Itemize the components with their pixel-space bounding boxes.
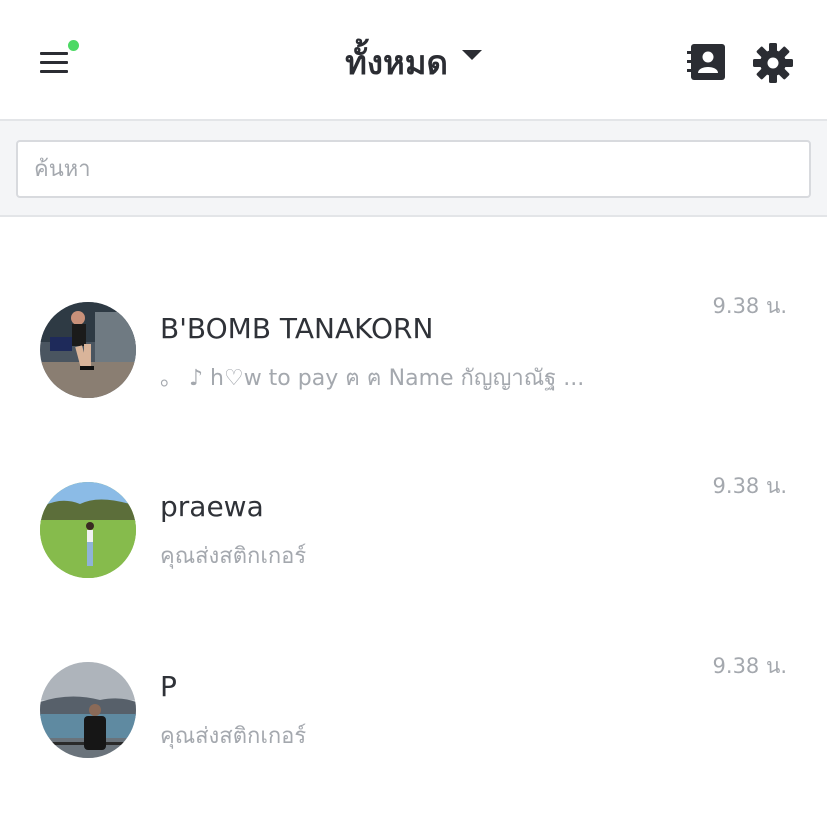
avatar (40, 302, 136, 398)
chat-list-item[interactable]: P คุณส่งสติกเกอร์ 9.38 น. (0, 620, 827, 800)
search-input[interactable] (16, 140, 811, 198)
contacts-button[interactable] (686, 42, 728, 82)
settings-button[interactable] (752, 42, 794, 84)
avatar (40, 662, 136, 758)
page-title: ทั้งหมด (345, 43, 448, 82)
chat-last-message: 。 ♪ h♡w to pay ฅ ฅ Name กัญญาณัฐ ... (160, 366, 585, 391)
chat-last-message: คุณส่งสติกเกอร์ (160, 724, 307, 749)
profile-photo-icon (40, 302, 136, 398)
search-bar-container (0, 121, 827, 217)
chat-name: P (160, 670, 177, 703)
chat-name: B'BOMB TANAKORN (160, 312, 434, 345)
profile-photo-icon (40, 482, 136, 578)
chat-timestamp: 9.38 น. (712, 654, 787, 678)
chat-timestamp: 9.38 น. (712, 294, 787, 318)
chat-timestamp: 9.38 น. (712, 474, 787, 498)
gear-icon (753, 43, 793, 83)
chat-list-item[interactable]: praewa คุณส่งสติกเกอร์ 9.38 น. (0, 440, 827, 620)
chat-name: praewa (160, 490, 264, 523)
app-header: ทั้งหมด (0, 0, 827, 121)
chevron-down-icon (461, 50, 482, 60)
chat-last-message: คุณส่งสติกเกอร์ (160, 544, 307, 569)
chat-list-item[interactable]: B'BOMB TANAKORN 。 ♪ h♡w to pay ฅ ฅ Name … (0, 260, 827, 440)
contacts-book-icon (687, 44, 725, 80)
profile-photo-icon (40, 662, 136, 758)
avatar (40, 482, 136, 578)
